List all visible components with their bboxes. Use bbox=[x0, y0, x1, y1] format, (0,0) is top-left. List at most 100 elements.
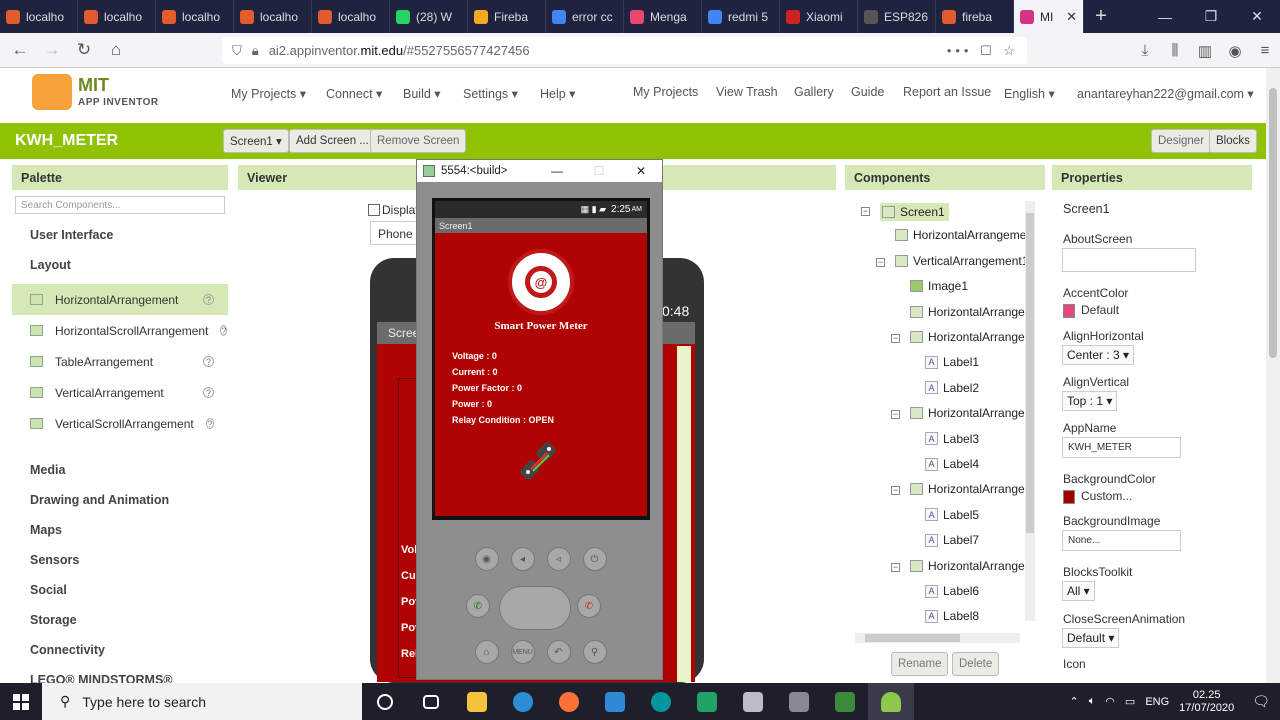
tree-node[interactable]: HorizontalArrangen bbox=[910, 482, 1031, 496]
volume-up-icon[interactable]: ◃ bbox=[546, 547, 571, 571]
blocks-toolkit-select[interactable]: All ▾ bbox=[1062, 581, 1095, 601]
help-icon[interactable]: ? bbox=[203, 294, 214, 305]
browser-tab[interactable]: Menga bbox=[624, 0, 702, 33]
palette-item[interactable]: VerticalScrollArrangement? bbox=[12, 408, 228, 439]
palette-category[interactable]: Maps bbox=[12, 515, 228, 545]
screen-select[interactable]: Screen1 ▾ bbox=[223, 129, 289, 153]
browser-tab[interactable]: localho bbox=[78, 0, 156, 33]
power-icon[interactable]: ⏻ bbox=[582, 547, 607, 571]
browser-tab[interactable]: localho bbox=[312, 0, 390, 33]
palette-category[interactable]: Sensors bbox=[12, 545, 228, 575]
collapse-toggle-icon[interactable]: − bbox=[891, 562, 900, 572]
add-screen-button[interactable]: Add Screen ... bbox=[289, 129, 376, 153]
android-emulator-icon[interactable] bbox=[868, 683, 914, 720]
tree-node[interactable]: A Label8 bbox=[925, 609, 979, 623]
minimize-icon[interactable]: — bbox=[1142, 0, 1188, 33]
tree-scrollbar[interactable] bbox=[1025, 201, 1035, 621]
app-icon-2[interactable] bbox=[776, 683, 822, 720]
chevron-up-icon[interactable]: ⌃ bbox=[1069, 695, 1078, 708]
new-tab-button[interactable]: + bbox=[1084, 0, 1118, 33]
back-icon[interactable]: ← bbox=[4, 34, 36, 66]
edge-icon[interactable] bbox=[500, 683, 546, 720]
browser-tab[interactable]: MI ✕ bbox=[1014, 0, 1084, 33]
battery-icon[interactable]: ▭ bbox=[1125, 695, 1135, 708]
menu-connect[interactable]: Connect ▾ bbox=[326, 86, 382, 101]
palette-item[interactable]: HorizontalArrangement? bbox=[12, 284, 228, 315]
search-key-icon[interactable]: ⚲ bbox=[582, 640, 607, 664]
browser-tab[interactable]: error cc bbox=[546, 0, 624, 33]
delete-button[interactable]: Delete bbox=[952, 652, 1000, 676]
collapse-toggle-icon[interactable]: − bbox=[891, 334, 900, 343]
collapse-toggle-icon[interactable]: − bbox=[861, 207, 870, 216]
browser-tab[interactable]: fireba bbox=[936, 0, 1014, 33]
help-icon[interactable]: ? bbox=[203, 387, 214, 398]
tree-node[interactable]: Screen1 bbox=[880, 203, 949, 221]
home-icon[interactable]: ⌂ bbox=[100, 34, 132, 66]
close-animation-select[interactable]: Default ▾ bbox=[1062, 628, 1120, 648]
menu-key-button[interactable]: MENU bbox=[510, 640, 535, 664]
tree-node[interactable]: HorizontalArrangen bbox=[910, 305, 1031, 319]
help-icon[interactable]: ? bbox=[220, 325, 228, 336]
link-view-trash[interactable]: View Trash bbox=[716, 85, 778, 99]
browser-tab[interactable]: redmi 5 bbox=[702, 0, 780, 33]
page-scrollbar[interactable] bbox=[1266, 68, 1280, 683]
display-checkbox[interactable]: Display bbox=[368, 203, 421, 217]
tree-node[interactable]: A Label4 bbox=[925, 457, 979, 471]
browser-tab[interactable]: (28) W bbox=[390, 0, 468, 33]
about-screen-input[interactable] bbox=[1062, 248, 1196, 272]
browser-tab[interactable]: localho bbox=[234, 0, 312, 33]
speaker-icon[interactable]: 🔈︎ bbox=[1089, 695, 1096, 708]
help-icon[interactable]: ? bbox=[205, 418, 214, 429]
menu-build[interactable]: Build ▾ bbox=[403, 86, 441, 101]
browser-tab[interactable]: ESP826 bbox=[858, 0, 936, 33]
palette-category[interactable]: Storage bbox=[12, 605, 228, 635]
emulator-minimize-icon[interactable]: — bbox=[536, 164, 578, 178]
tree-node[interactable]: VerticalArrangement1 bbox=[895, 254, 1028, 268]
end-call-icon[interactable]: ✆ bbox=[577, 594, 601, 618]
reload-icon[interactable]: ↻ bbox=[68, 34, 100, 66]
page-actions-icon[interactable]: ••• ☐ ☆ bbox=[947, 43, 1019, 59]
link-report-issue[interactable]: Report an Issue bbox=[903, 85, 991, 99]
align-horizontal-select[interactable]: Center : 3 ▾ bbox=[1062, 345, 1135, 365]
dpad[interactable] bbox=[499, 586, 571, 630]
palette-category[interactable]: Media bbox=[12, 455, 228, 485]
sidebar-icon[interactable]: ▥ bbox=[1190, 42, 1220, 60]
tree-node[interactable]: Image1 bbox=[910, 279, 968, 293]
camera-icon[interactable]: ◉ bbox=[474, 547, 499, 571]
task-view-icon[interactable] bbox=[408, 683, 454, 720]
tree-node[interactable]: HorizontalArrangen bbox=[910, 330, 1031, 344]
tree-node[interactable]: HorizontalArrangen bbox=[910, 559, 1031, 573]
forward-icon[interactable]: → bbox=[36, 34, 68, 66]
emulator-maximize-icon[interactable]: ☐ bbox=[578, 164, 620, 178]
library-icon[interactable]: ⫼ bbox=[1160, 42, 1190, 59]
palette-category[interactable]: Drawing and Animation bbox=[12, 485, 228, 515]
tree-node[interactable]: A Label2 bbox=[925, 381, 979, 395]
align-vertical-select[interactable]: Top : 1 ▾ bbox=[1062, 391, 1118, 411]
file-explorer-icon[interactable] bbox=[454, 683, 500, 720]
account-menu[interactable]: anantareyhan222@gmail.com ▾ bbox=[1077, 86, 1254, 101]
designer-button[interactable]: Designer bbox=[1151, 129, 1212, 153]
accent-color-value[interactable]: Default bbox=[1063, 303, 1119, 318]
language-indicator[interactable]: ENG bbox=[1145, 696, 1169, 708]
tree-node[interactable]: A Label7 bbox=[925, 533, 979, 547]
language-select[interactable]: English ▾ bbox=[1004, 86, 1055, 101]
collapse-toggle-icon[interactable]: − bbox=[891, 410, 900, 420]
palette-search-input[interactable]: Search Components... bbox=[15, 196, 225, 214]
app-name-input[interactable]: KWH_METER bbox=[1062, 437, 1181, 458]
call-icon[interactable]: ✆ bbox=[466, 594, 490, 618]
back-key-icon[interactable]: ↶ bbox=[546, 640, 571, 664]
cortana-icon[interactable] bbox=[362, 683, 408, 720]
emulator-close-icon[interactable]: ✕ bbox=[620, 164, 662, 178]
home-key-icon[interactable]: ⌂ bbox=[474, 640, 499, 664]
plug-icon[interactable] bbox=[519, 441, 559, 481]
close-icon[interactable]: ✕ bbox=[1234, 0, 1280, 33]
app-icon-3[interactable] bbox=[822, 683, 868, 720]
link-my-projects[interactable]: My Projects bbox=[633, 85, 698, 99]
notification-icon[interactable]: 🗨︎ bbox=[1252, 693, 1270, 710]
link-gallery[interactable]: Gallery bbox=[794, 85, 834, 99]
taskbar-search[interactable]: ⚲ Type here to search bbox=[42, 683, 362, 720]
rename-button[interactable]: Rename bbox=[891, 652, 949, 676]
menu-icon[interactable]: ≡ bbox=[1250, 42, 1280, 59]
firefox-icon[interactable] bbox=[546, 683, 592, 720]
tree-node[interactable]: A Label5 bbox=[925, 508, 979, 522]
